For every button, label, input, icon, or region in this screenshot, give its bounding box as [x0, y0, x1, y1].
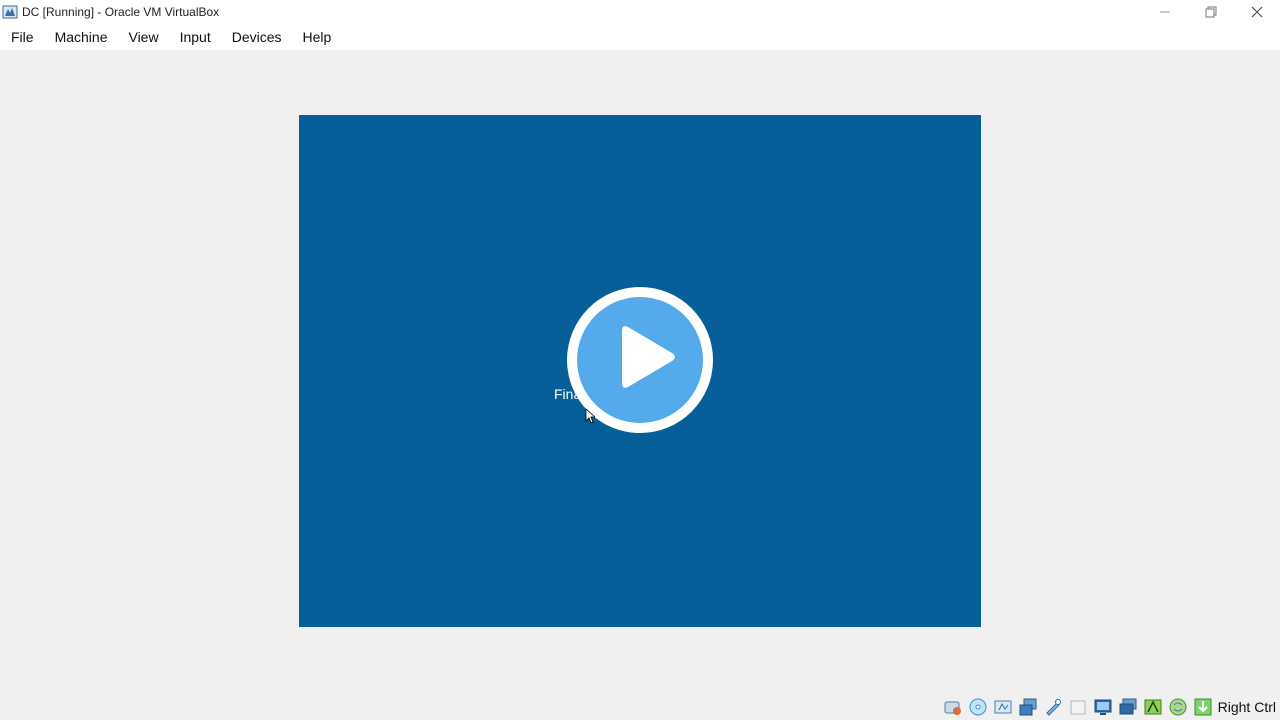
menu-input[interactable]: Input	[173, 25, 218, 49]
usb-icon[interactable]	[1042, 696, 1064, 718]
close-button[interactable]	[1234, 0, 1280, 24]
menu-view[interactable]: View	[121, 25, 165, 49]
mouse-cursor-icon	[585, 408, 595, 424]
hard-disk-icon[interactable]	[942, 696, 964, 718]
virtualbox-window: DC [Running] - Oracle VM VirtualBox File	[0, 0, 1280, 720]
close-icon	[1251, 6, 1263, 18]
minimize-icon	[1160, 11, 1170, 13]
title-bar[interactable]: DC [Running] - Oracle VM VirtualBox	[0, 0, 1280, 24]
keyboard-capture-icon[interactable]	[1192, 696, 1214, 718]
window-controls	[1142, 0, 1280, 24]
menu-devices[interactable]: Devices	[225, 25, 289, 49]
menu-machine[interactable]: Machine	[48, 25, 115, 49]
audio-icon[interactable]	[992, 696, 1014, 718]
shared-folders-icon[interactable]	[1067, 696, 1089, 718]
window-title: DC [Running] - Oracle VM VirtualBox	[22, 5, 220, 19]
network-icon[interactable]	[1017, 696, 1039, 718]
restore-button[interactable]	[1188, 0, 1234, 24]
mouse-integration-icon[interactable]	[1167, 696, 1189, 718]
virtualbox-app-icon	[2, 5, 18, 19]
video-capture-icon[interactable]	[1117, 696, 1139, 718]
vm-display[interactable]: Fina	[299, 115, 981, 627]
menu-file[interactable]: File	[4, 25, 41, 49]
play-icon	[622, 326, 675, 388]
play-button-inner	[577, 297, 703, 423]
menu-bar: File Machine View Input Devices Help	[0, 24, 1280, 50]
optical-drive-icon[interactable]	[967, 696, 989, 718]
display-icon[interactable]	[1092, 696, 1114, 718]
host-key-label: Right Ctrl	[1217, 699, 1276, 715]
minimize-button[interactable]	[1142, 0, 1188, 24]
menu-help[interactable]: Help	[296, 25, 339, 49]
restore-icon	[1205, 6, 1217, 18]
status-bar: Right Ctrl	[939, 694, 1280, 720]
guest-additions-icon[interactable]	[1142, 696, 1164, 718]
